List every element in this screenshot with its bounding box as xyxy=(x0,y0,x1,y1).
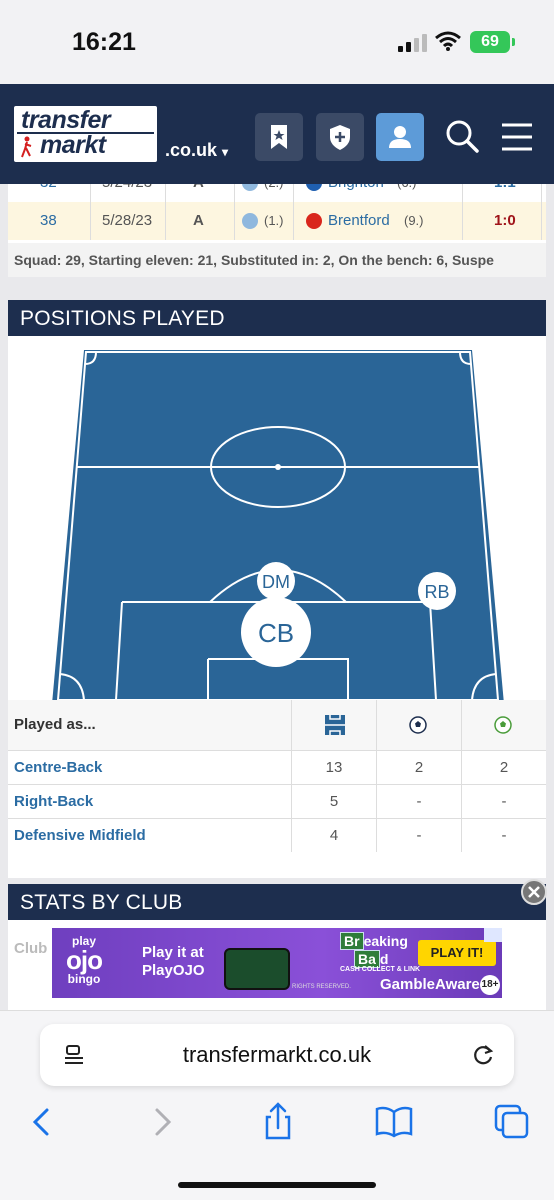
results-table: 32 5/24/23 A (2.) Brighton (6.) 1:1 38 5… xyxy=(8,184,546,277)
club-crest-icon xyxy=(242,184,258,191)
table-row[interactable]: Defensive Midfield 4 - - xyxy=(8,818,546,852)
close-icon xyxy=(528,886,540,898)
gambleaware-text: GambleAware xyxy=(380,976,480,993)
address-bar[interactable]: transfermarkt.co.uk xyxy=(40,1024,514,1086)
position-marker-rb: RB xyxy=(418,572,456,610)
playojo-logo: play ojo bingo xyxy=(66,934,103,986)
tabs-icon[interactable] xyxy=(490,1100,534,1144)
breaking-bad-logo: Br eaking Ba d xyxy=(340,932,408,968)
marker-label: CB xyxy=(258,618,294,648)
url-text: transfermarkt.co.uk xyxy=(182,1042,372,1067)
page-content: 32 5/24/23 A (2.) Brighton (6.) 1:1 38 5… xyxy=(0,184,554,1010)
adchoices-icon[interactable] xyxy=(484,928,502,942)
close-ad-button[interactable] xyxy=(521,879,547,905)
ad-banner[interactable]: play ojo bingo Play it at PlayOJO Br eaki… xyxy=(52,928,502,998)
marker-label: DM xyxy=(262,572,290,592)
search-icon[interactable] xyxy=(442,113,482,161)
user-icon xyxy=(389,126,411,148)
club-crest-icon xyxy=(242,213,258,229)
battery-icon: 69 xyxy=(470,31,515,53)
assist-ball-icon xyxy=(494,716,512,734)
goal-ball-icon xyxy=(409,716,427,734)
domain-selector[interactable]: .co.uk ▾ xyxy=(165,140,228,161)
account-button[interactable] xyxy=(376,113,424,161)
home-indicator xyxy=(178,1182,376,1188)
chevron-down-icon: ▾ xyxy=(222,145,229,159)
forward-icon[interactable] xyxy=(140,1100,184,1144)
transfermarkt-logo[interactable]: transfer markt xyxy=(14,106,157,162)
screen: 16:21 69 transfer markt .co.uk ▾ 38 5/28… xyxy=(0,0,554,1200)
position-marker-dm: DM xyxy=(257,562,295,600)
positions-box: DM RB CB Played as... Centre-Back 13 2 2… xyxy=(8,336,546,878)
reload-icon[interactable] xyxy=(470,1042,496,1068)
phone-image xyxy=(224,948,290,990)
watchlist-button[interactable] xyxy=(316,113,364,161)
stats-by-club-title: STATS BY CLUB xyxy=(8,884,546,920)
table-row[interactable]: 32 5/24/23 A (2.) Brighton (6.) 1:1 xyxy=(8,184,546,202)
wifi-icon xyxy=(435,31,461,51)
club-crest-icon xyxy=(306,213,322,229)
table-row[interactable]: Centre-Back 13 2 2 xyxy=(8,750,546,784)
club-column-header: Club xyxy=(14,940,48,957)
share-icon[interactable] xyxy=(256,1100,300,1144)
ad-cta-button[interactable]: PLAY IT! xyxy=(418,940,496,966)
menu-icon[interactable] xyxy=(498,113,538,161)
ad-rights-text: RIGHTS RESERVED. xyxy=(292,984,351,990)
positions-title: POSITIONS PLAYED xyxy=(8,300,546,336)
status-bar: 16:21 69 xyxy=(0,0,554,84)
club-crest-icon xyxy=(306,184,322,191)
signal-icon xyxy=(398,32,428,52)
clock: 16:21 xyxy=(72,28,136,56)
position-marker-cb: CB xyxy=(241,597,311,667)
back-icon[interactable] xyxy=(20,1100,64,1144)
table-header: Played as... xyxy=(8,700,546,750)
age-badge: 18+ xyxy=(480,975,500,995)
table-row[interactable]: 38 5/28/23 A (1.) Brentford (9.) 1:0 xyxy=(8,202,546,240)
pitch-icon xyxy=(325,715,345,735)
bookmarks-icon[interactable] xyxy=(372,1100,416,1144)
bookmark-star-icon xyxy=(271,125,287,149)
ad-headline: Play it at PlayOJO xyxy=(142,944,205,979)
table-row[interactable]: Right-Back 5 - - xyxy=(8,784,546,818)
pitch-diagram: DM RB CB xyxy=(52,350,504,704)
player-figure-icon xyxy=(21,136,32,158)
bookmark-button[interactable] xyxy=(255,113,303,161)
ad-cash-collect: CASH COLLECT & LINK xyxy=(340,966,421,973)
squad-summary: Squad: 29, Starting eleven: 21, Substitu… xyxy=(8,243,546,277)
shield-plus-icon xyxy=(330,125,350,150)
marker-label: RB xyxy=(424,582,449,602)
